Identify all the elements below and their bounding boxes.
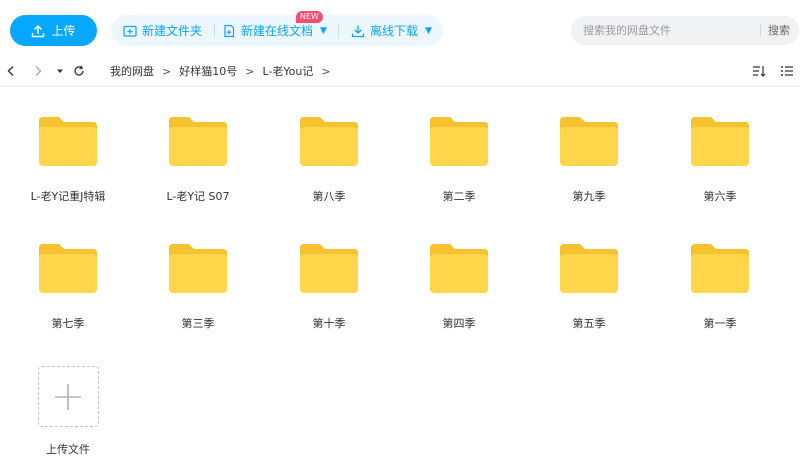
folder-item[interactable]: 第八季 (274, 100, 384, 210)
nav-bar: 我的网盘 > 好样猫10号 > L-老You记 > (0, 60, 800, 82)
new-doc-icon (224, 24, 235, 37)
sort-icon[interactable] (752, 64, 766, 78)
folder-icon (560, 244, 618, 293)
breadcrumb-separator: > (245, 64, 255, 78)
toolbar: 上传 新建文件夹 新建在线文档 ▼ 离线下载 ▼ NEW 搜索我的网盘文件 搜索 (0, 0, 800, 60)
search-button[interactable]: 搜索 (768, 16, 790, 45)
divider (0, 86, 800, 87)
folder-icon (560, 117, 618, 166)
folder-icon (430, 244, 488, 293)
action-group: 新建文件夹 新建在线文档 ▼ 离线下载 ▼ (111, 15, 443, 46)
history-dropdown-icon[interactable] (54, 60, 66, 82)
folder-icon (300, 244, 358, 293)
folder-name: 第七季 (51, 317, 85, 330)
folder-icon (39, 117, 97, 166)
divider (760, 24, 761, 37)
folder-item[interactable]: L-老Y记 S07 (143, 100, 253, 210)
folder-name: 第六季 (703, 190, 737, 203)
chevron-down-icon: ▼ (425, 25, 432, 36)
folder-icon (300, 117, 358, 166)
forward-icon[interactable] (31, 60, 45, 82)
folder-icon (169, 117, 227, 166)
folder-item[interactable]: 第二季 (404, 100, 514, 210)
folder-name: 第九季 (572, 190, 606, 203)
new-folder-button[interactable]: 新建文件夹 (123, 15, 202, 46)
folder-item[interactable]: 第三季 (143, 227, 253, 337)
search-box: 搜索 (571, 16, 799, 45)
refresh-icon[interactable] (72, 60, 86, 82)
chevron-down-icon: ▼ (320, 25, 327, 36)
folder-item[interactable]: 第九季 (534, 100, 644, 210)
breadcrumb-separator: > (321, 64, 331, 78)
divider (338, 24, 339, 38)
folder-item[interactable]: 第四季 (404, 227, 514, 337)
folder-name: L-老Y记重J特辑 (30, 190, 106, 203)
new-folder-label: 新建文件夹 (142, 24, 203, 38)
upload-file-tile[interactable]: 上传文件 (13, 362, 123, 463)
upload-icon (32, 24, 45, 37)
folder-item[interactable]: 第十季 (274, 227, 384, 337)
folder-name: 第三季 (181, 317, 215, 330)
breadcrumb-separator: > (162, 64, 172, 78)
folder-item[interactable]: 第一季 (665, 227, 775, 337)
folder-name: 第四季 (442, 317, 476, 330)
folder-name: L-老Y记 S07 (166, 190, 230, 203)
breadcrumb-item[interactable]: L-老You记 (262, 63, 313, 79)
plus-icon (55, 383, 81, 410)
upload-file-label: 上传文件 (46, 443, 90, 456)
upload-button-label: 上传 (51, 24, 76, 38)
upload-button[interactable]: 上传 (10, 15, 97, 46)
folder-name: 第二季 (442, 190, 476, 203)
breadcrumb-item[interactable]: 好样猫10号 (179, 63, 237, 79)
folder-icon (691, 117, 749, 166)
folder-icon (39, 244, 97, 293)
folder-item[interactable]: 第六季 (665, 100, 775, 210)
divider (214, 24, 215, 38)
folder-icon (430, 117, 488, 166)
view-controls (752, 60, 794, 82)
folder-icon (169, 244, 227, 293)
folder-name: 第五季 (572, 317, 606, 330)
upload-drop-area[interactable] (37, 366, 99, 427)
folder-item[interactable]: L-老Y记重J特辑 (13, 100, 123, 210)
search-input[interactable] (571, 16, 751, 45)
folder-name: 第一季 (703, 317, 737, 330)
new-folder-icon (123, 25, 137, 37)
list-view-icon[interactable] (780, 64, 794, 78)
breadcrumb-item[interactable]: 我的网盘 (110, 63, 154, 79)
back-icon[interactable] (4, 60, 18, 82)
new-doc-label: 新建在线文档 (241, 24, 314, 38)
folder-item[interactable]: 第五季 (534, 227, 644, 337)
folder-name: 第八季 (312, 190, 346, 203)
breadcrumb: 我的网盘 > 好样猫10号 > L-老You记 > (110, 60, 339, 82)
download-icon (351, 25, 365, 37)
offline-download-label: 离线下载 (370, 24, 419, 38)
offline-download-button[interactable]: 离线下载 ▼ (351, 15, 432, 46)
folder-icon (691, 244, 749, 293)
new-badge: NEW (296, 11, 323, 23)
folder-item[interactable]: 第七季 (13, 227, 123, 337)
folder-name: 第十季 (312, 317, 346, 330)
